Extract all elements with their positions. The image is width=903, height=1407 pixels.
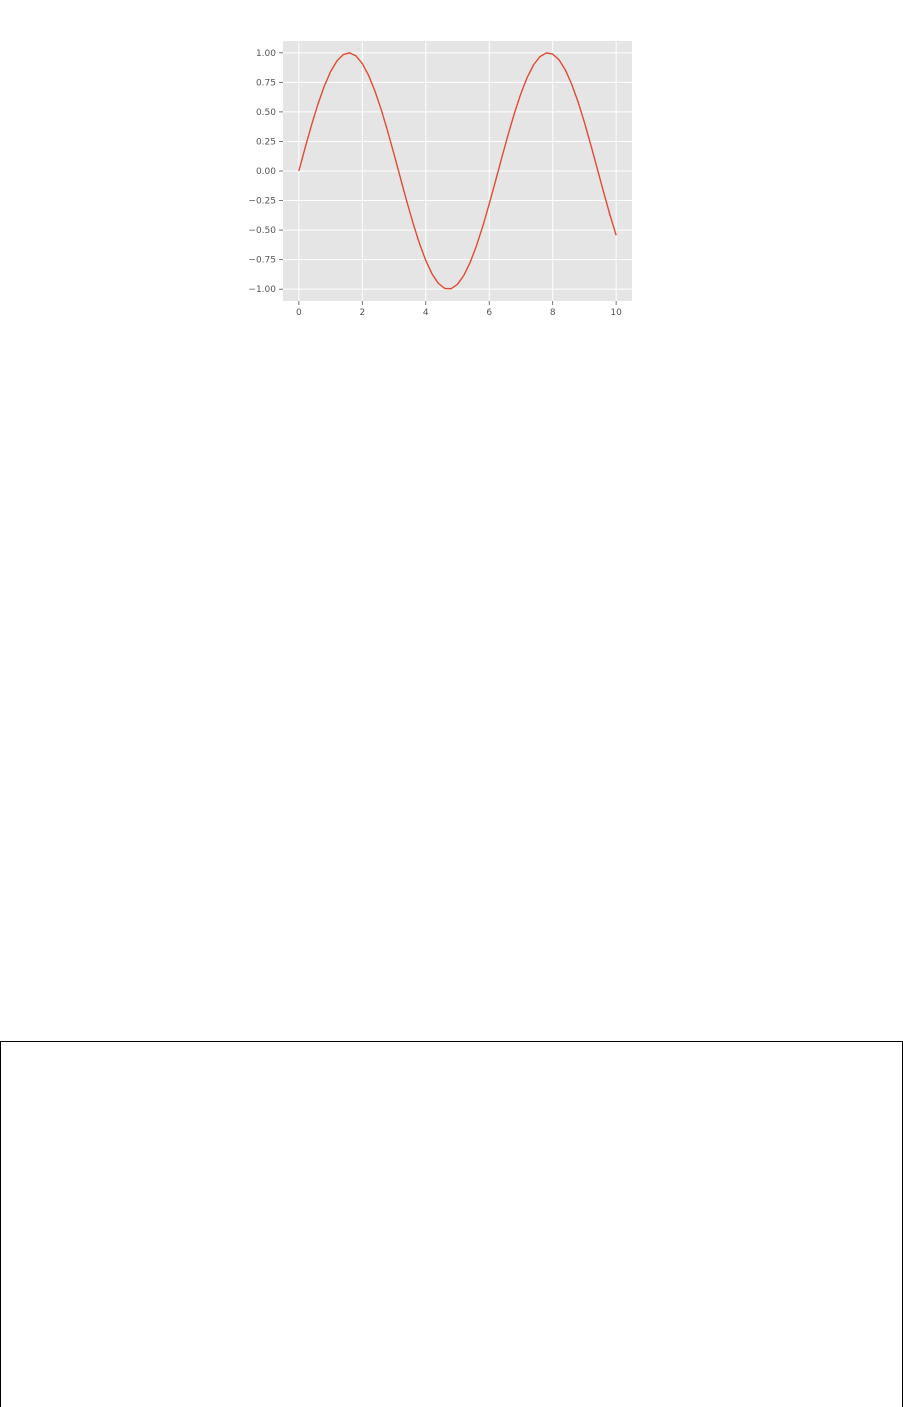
x-tick-label: 8 [550,308,556,318]
x-tick-label: 10 [610,308,622,318]
bottom-panel [0,1041,903,1407]
y-tick-label: −0.50 [248,226,276,236]
y-tick-label: −0.25 [248,197,276,207]
sine-line-chart: 0 2 4 6 8 10 1.00 0.75 0.50 0.25 0.00 −0.25 −0.50 −0.… [236,36,646,326]
y-tick-label: 0.00 [256,167,276,177]
y-tick-label: 1.00 [256,49,276,59]
x-tick-label: 6 [486,308,492,318]
y-tick-label: 0.75 [256,78,276,88]
y-tick-label: −0.75 [248,256,276,266]
x-tick-label: 0 [296,308,302,318]
y-tick-label: 0.50 [256,108,276,118]
chart-svg: 0 2 4 6 8 10 1.00 0.75 0.50 0.25 0.00 −0.25 −0.50 −0.… [248,41,632,318]
y-tick-label: 0.25 [256,137,276,147]
x-tick-label: 4 [423,308,429,318]
x-tick-label: 2 [359,308,365,318]
y-tick-label: −1.00 [248,285,276,295]
